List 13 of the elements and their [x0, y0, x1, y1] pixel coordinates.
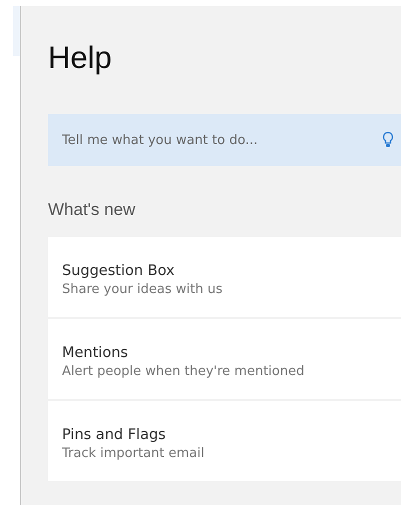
item-title: Mentions	[62, 345, 129, 361]
item-subtitle: Alert people when they're mentioned	[62, 364, 306, 379]
news-item[interactable]: Suggestion Box Share your ideas with us	[48, 237, 401, 317]
search-field[interactable]: Tell me what you want to do...	[48, 114, 401, 166]
item-title: Pins and Flags	[62, 427, 167, 443]
item-subtitle: Share your ideas with us	[62, 282, 224, 297]
panel-title: Help	[48, 40, 113, 76]
section-heading: What's new	[48, 200, 136, 220]
lightbulb-icon	[382, 131, 394, 149]
news-item[interactable]: Mentions Alert people when they're mentioned	[48, 319, 401, 399]
item-title: Suggestion Box	[62, 263, 176, 279]
news-item[interactable]: Pins and Flags Track important email	[48, 401, 401, 481]
item-subtitle: Track important email	[62, 446, 206, 461]
